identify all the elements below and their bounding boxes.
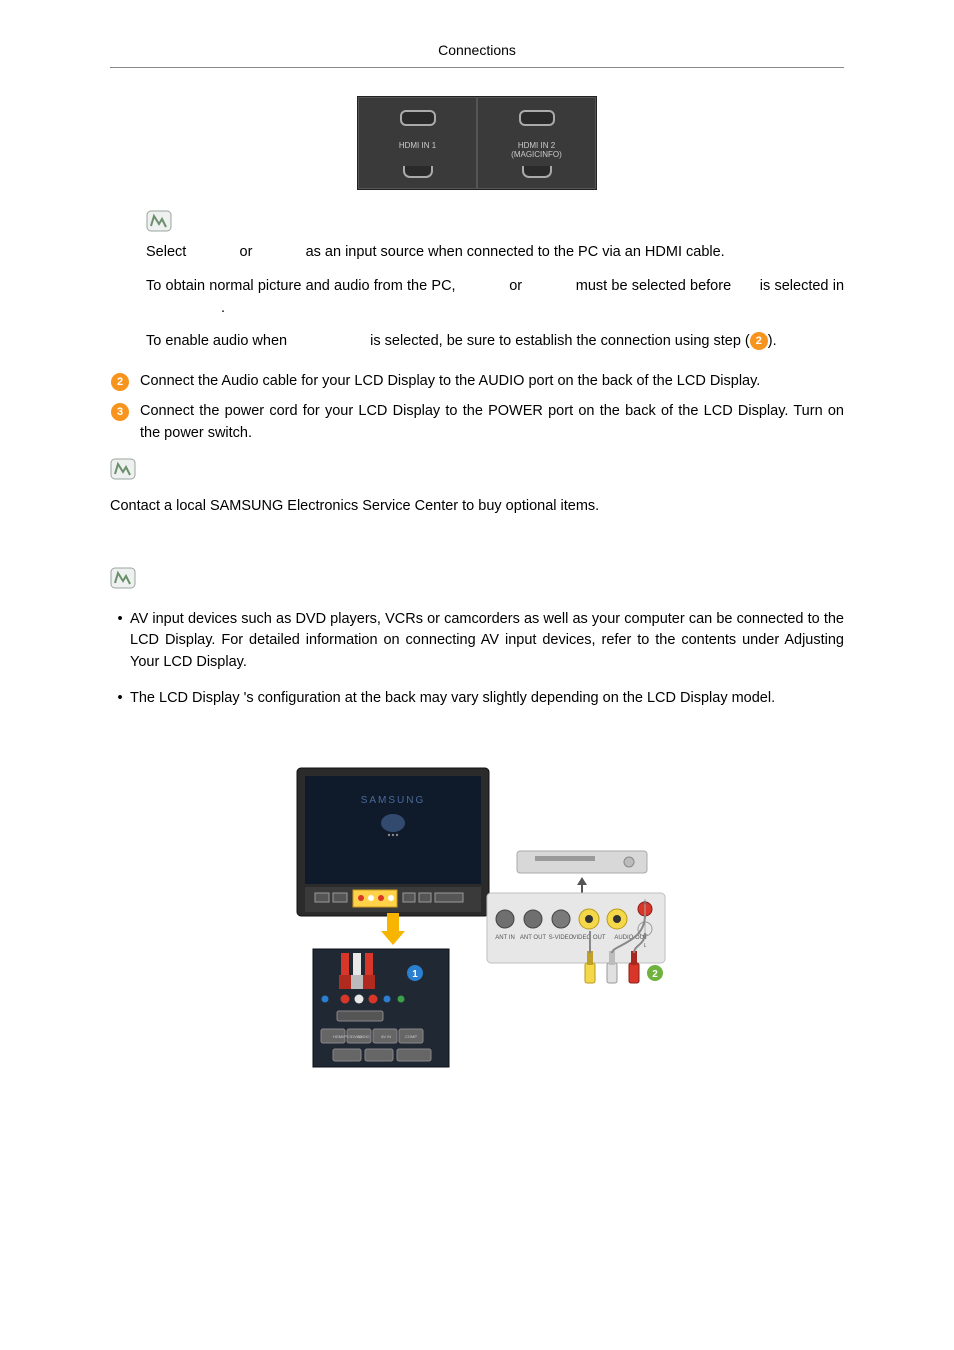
diag-port-antout: ANT OUT (520, 935, 547, 941)
hdmi1-keyword: HDMI1 (460, 278, 505, 294)
av-connection-diagram: SAMSUNG (287, 763, 667, 1081)
svg-text:COMP: COMP (405, 1034, 417, 1039)
dvi-device-keyword: DVI Device (291, 333, 366, 349)
step-3-text: Connect the power cord for your LCD Disp… (140, 401, 844, 445)
diagram-badge-1: 1 (407, 965, 423, 981)
list-item: • AV input devices such as DVD players, … (110, 609, 844, 674)
note-block-2: Note Contact a local SAMSUNG Electronics… (110, 458, 844, 518)
hdmi-port-panel: HDMI IN 1 HDMI IN 2 (MAGICINFO) (357, 96, 597, 190)
step-2-badge: 2 (110, 373, 130, 391)
note1-paragraph-2: To obtain normal picture and audio from … (146, 276, 844, 320)
step-ref-2-icon: 2 (750, 332, 768, 350)
hdmi-port-2-label-line1: HDMI IN 2 (518, 141, 555, 150)
diag-port-svideo: S-VIDEO (549, 935, 574, 941)
note-icon (110, 458, 136, 480)
hdmi-port-under-shape (522, 166, 552, 178)
page: Connections HDMI IN 1 HDMI IN 2 (MAGICIN… (0, 0, 954, 1121)
svg-text:1: 1 (412, 969, 418, 980)
bullet-icon: • (110, 688, 130, 710)
bullet-icon: • (110, 609, 130, 674)
step-2-number-icon: 2 (111, 373, 129, 391)
subheading-connecting-av: Connecting AV Devices (110, 730, 844, 752)
step-2-text: Connect the Audio cable for your LCD Dis… (140, 371, 844, 393)
note2-text: Contact a local SAMSUNG Electronics Serv… (110, 496, 844, 518)
section-heading-av: Connecting to Other devices (110, 538, 844, 561)
step-3-number-icon: 3 (111, 403, 129, 421)
hdmi-port-shape (519, 110, 555, 126)
hdmi2-keyword: HDMI2 (526, 278, 571, 294)
hdmi-port-shape (400, 110, 436, 126)
diag-port-antin: ANT IN (495, 935, 515, 941)
bullet-2-text: The LCD Display 's configuration at the … (130, 688, 844, 710)
hdmi1-keyword: HDMI1 (190, 244, 235, 260)
note-icon (146, 210, 172, 232)
svg-text:AUDIO: AUDIO (357, 1034, 370, 1039)
svg-text:2: 2 (652, 969, 658, 980)
bullet-1-text: AV input devices such as DVD players, VC… (130, 609, 844, 674)
svg-text:R: R (643, 901, 647, 907)
hdmi2-keyword: HDMI2 (256, 244, 301, 260)
pc-keyword: PC (735, 278, 755, 294)
diagram-badge-2: 2 (647, 965, 663, 981)
step-3-row: 3 Connect the power cord for your LCD Di… (110, 401, 844, 445)
note1-paragraph-3: To enable audio when DVI Device is selec… (146, 331, 844, 353)
note1-paragraph-1: Select HDMI1 or HDMI2 as an input source… (146, 242, 844, 264)
hdmi-port-under-shape (403, 166, 433, 178)
edit-name-keyword: Edit Name (146, 300, 217, 316)
av-bullet-list: • AV input devices such as DVD players, … (110, 609, 844, 710)
note-block-1: Note Select HDMI1 or HDMI2 as an input s… (146, 210, 844, 353)
av-diagram-svg: SAMSUNG (287, 763, 667, 1073)
hdmi-port-1: HDMI IN 1 (358, 97, 477, 189)
step-2-row: 2 Connect the Audio cable for your LCD D… (110, 371, 844, 393)
note-icon (110, 567, 136, 589)
hdmi-port-2-label-line2: (MAGICINFO) (511, 150, 562, 159)
page-header-title: Connections (110, 40, 844, 68)
svg-text:AV IN: AV IN (381, 1034, 391, 1039)
diagram-brand-label: SAMSUNG (361, 795, 426, 806)
list-item: • The LCD Display 's configuration at th… (110, 688, 844, 710)
hdmi-port-2-label: HDMI IN 2 (MAGICINFO) (511, 142, 562, 160)
hdmi-port-2: HDMI IN 2 (MAGICINFO) (477, 97, 596, 189)
svg-text:L: L (644, 943, 647, 949)
step-3-badge: 3 (110, 403, 130, 421)
hdmi-port-1-label: HDMI IN 1 (399, 142, 436, 160)
note-block-3: Note (110, 567, 844, 599)
